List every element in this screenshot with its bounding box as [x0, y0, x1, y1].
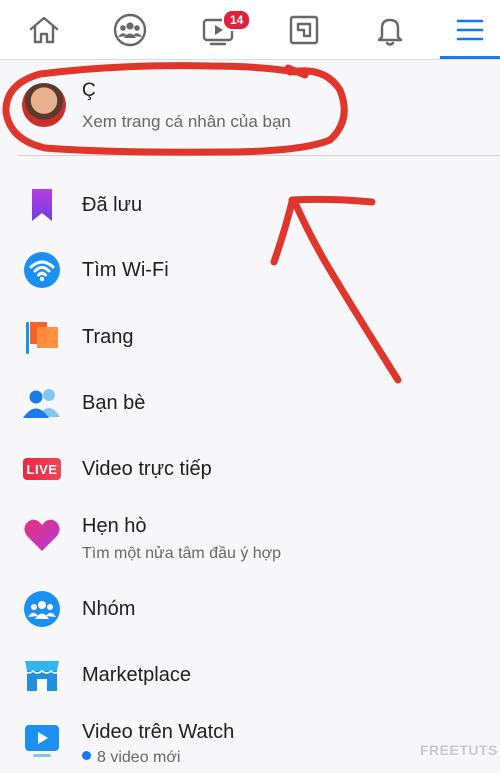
menu-item-label: Video trực tiếp — [82, 458, 212, 480]
menu-item-label: Trang — [82, 326, 134, 348]
menu-item-label: Marketplace — [82, 664, 191, 686]
new-videos-count: 8 video mới — [97, 749, 181, 766]
wifi-icon — [22, 250, 62, 290]
menu-item-label: Video trên Watch — [82, 721, 235, 743]
menu-item-pages[interactable]: Trang — [0, 307, 500, 367]
home-icon — [29, 16, 59, 44]
menu-item-friends[interactable]: Bạn bè — [0, 373, 500, 433]
marketplace-icon — [22, 655, 62, 695]
menu-item-sublabel: 8 video mới — [82, 749, 180, 767]
avatar — [22, 83, 66, 127]
groups-icon — [113, 13, 147, 47]
menu-item-sublabel: Tìm một nửa tâm đầu ý hợp — [82, 545, 282, 562]
dating-heart-icon — [22, 515, 62, 555]
menu-item-label: Bạn bè — [82, 392, 146, 414]
menu-item-label: Nhóm — [82, 598, 136, 620]
watch-badge: 14 — [222, 9, 252, 31]
bell-icon — [377, 18, 403, 46]
top-navigation-bar: 14 — [0, 0, 500, 60]
home-tab[interactable] — [12, 0, 76, 60]
menu-tab[interactable] — [438, 0, 500, 60]
live-badge: LIVE — [23, 458, 61, 480]
new-dot-icon — [82, 751, 91, 761]
active-tab-indicator — [440, 56, 500, 59]
menu-item-label: Tìm Wi-Fi — [82, 259, 169, 281]
menu-item-dating[interactable]: Hẹn hò Tìm một nửa tâm đầu ý hợp — [0, 505, 500, 575]
notifications-tab[interactable] — [358, 0, 422, 60]
bookmark-icon — [22, 185, 62, 225]
pages-flag-icon — [22, 317, 62, 357]
gaming-tab[interactable] — [272, 0, 336, 60]
menu-item-label: Đã lưu — [82, 194, 143, 216]
friends-icon — [22, 383, 62, 423]
menu-icon — [456, 19, 484, 41]
menu-item-live-video[interactable]: LIVE Video trực tiếp — [0, 439, 500, 499]
groups-icon — [22, 589, 62, 629]
profile-row[interactable]: Ç Xem trang cá nhân của bạn — [0, 60, 500, 156]
groups-tab[interactable] — [98, 0, 162, 60]
watch-video-icon — [22, 721, 62, 761]
menu-item-saved[interactable]: Đã lưu — [0, 176, 500, 236]
profile-name: Ç — [82, 80, 97, 101]
watch-tab[interactable]: 14 — [186, 0, 252, 60]
profile-subtitle: Xem trang cá nhân của bạn — [82, 112, 291, 131]
menu-item-groups[interactable]: Nhóm — [0, 579, 500, 639]
gaming-icon — [289, 15, 319, 45]
menu-item-find-wifi[interactable]: Tìm Wi-Fi — [0, 241, 500, 301]
live-icon: LIVE — [22, 449, 62, 489]
watermark: FREETUTS — [420, 742, 498, 758]
divider — [18, 155, 500, 156]
menu-item-marketplace[interactable]: Marketplace — [0, 645, 500, 705]
menu-item-label: Hẹn hò — [82, 515, 147, 537]
